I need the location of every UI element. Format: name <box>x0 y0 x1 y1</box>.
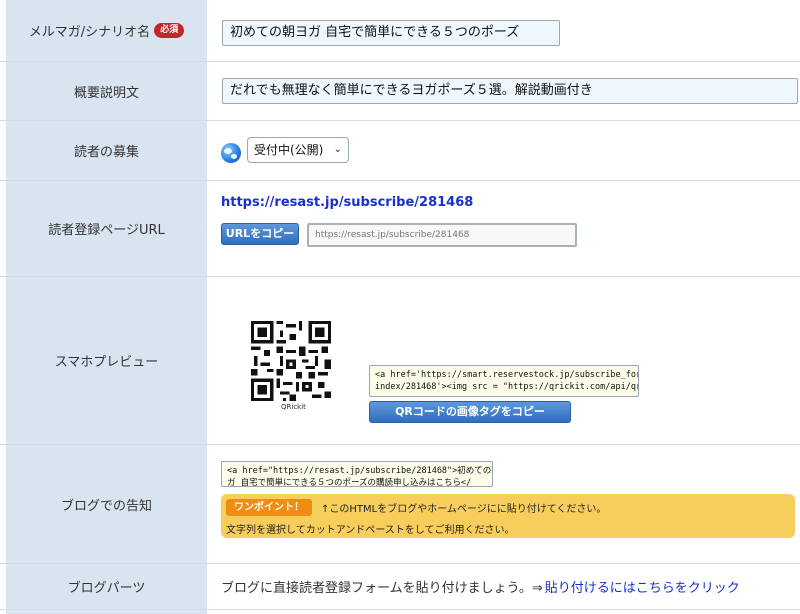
blog-html-line-1: <a href="https://resast.jp/subscribe/281… <box>227 466 493 476</box>
label-cell-blog-parts: ブログパーツ <box>6 564 207 609</box>
recruit-status-value: 受付中(公開) <box>254 143 324 157</box>
subscribe-url-link[interactable]: https://resast.jp/subscribe/281468 <box>221 195 473 210</box>
required-badge: 必須 <box>154 23 185 38</box>
title-label: メルマガ/シナリオ名 <box>28 25 151 40</box>
qr-tag-line-2: index/281468'><img src = "https://qricki… <box>375 382 639 392</box>
label-cell-blog-notice: ブログでの告知 <box>6 445 207 563</box>
row-smartphone-preview: スマホプレビュー QRickit <a href='https://smart.… <box>0 277 800 445</box>
smartphone-label: スマホプレビュー <box>54 355 159 370</box>
label-cell-register-url: 読者登録ページURL <box>6 181 207 276</box>
label-cell-title: メルマガ/シナリオ名 必須 <box>6 0 207 61</box>
row-blog-parts: ブログパーツ ブログに直接読者登録フォームを貼り付けましょう。⇒ 貼り付けるには… <box>0 564 800 610</box>
tip-text-1: ↑このHTMLをブログやホームページにに貼り付けてください。 <box>321 504 607 515</box>
tip-box: ワンポイント！ ↑このHTMLをブログやホームページにに貼り付けてください。 文… <box>221 494 795 538</box>
value-cell-title: 初めての朝ヨガ 自宅で簡単にできる５つのポーズ <box>207 0 800 61</box>
row-recruit: 読者の募集 受付中(公開) ⌄ <box>0 121 800 181</box>
copy-url-button[interactable]: URLをコピー <box>221 223 299 245</box>
row-summary: 概要説明文 だれでも無理なく簡単にできるヨガポーズ５選。解説動画付き <box>0 62 800 121</box>
chevron-down-icon: ⌄ <box>333 144 342 155</box>
label-cell-summary: 概要説明文 <box>6 62 207 120</box>
row-next-partial <box>0 610 800 614</box>
row-blog-notice: ブログでの告知 <a href="https://resast.jp/subsc… <box>0 445 800 564</box>
value-cell-register-url: https://resast.jp/subscribe/281468 URLをコ… <box>207 181 800 276</box>
blog-html-line-2: ガ 自宅で簡単にできる５つのポーズの購読申し込みはこちら</ <box>227 478 472 487</box>
blog-parts-description: ブログに直接読者登録フォームを貼り付けましょう。⇒ <box>221 581 543 596</box>
row-register-url: 読者登録ページURL https://resast.jp/subscribe/2… <box>0 181 800 277</box>
value-cell-blog-notice: <a href="https://resast.jp/subscribe/281… <box>207 445 800 563</box>
value-cell-blog-parts: ブログに直接読者登録フォームを貼り付けましょう。⇒ 貼り付けるにはこちらをクリッ… <box>207 564 800 609</box>
copy-qr-tag-button[interactable]: QRコードの画像タグをコピー <box>369 401 571 423</box>
qr-tag-line-1: <a href='https://smart.reservestock.jp/s… <box>375 370 639 380</box>
register-url-label: 読者登録ページURL <box>48 223 165 238</box>
recruit-label: 読者の募集 <box>73 145 139 160</box>
label-cell-smartphone: スマホプレビュー <box>6 277 207 444</box>
qr-tag-textarea[interactable]: <a href='https://smart.reservestock.jp/s… <box>369 365 639 397</box>
value-cell-summary: だれでも無理なく簡単にできるヨガポーズ５選。解説動画付き <box>207 62 800 120</box>
summary-label: 概要説明文 <box>73 85 139 101</box>
tip-badge: ワンポイント！ <box>226 499 312 516</box>
summary-input[interactable]: だれでも無理なく簡単にできるヨガポーズ５選。解説動画付き <box>222 78 798 104</box>
label-cell-next <box>6 610 207 614</box>
blog-parts-text: ブログに直接読者登録フォームを貼り付けましょう。⇒ 貼り付けるにはこちらをクリッ… <box>221 564 740 609</box>
value-cell-smartphone: QRickit <a href='https://smart.reservest… <box>207 277 800 444</box>
qr-caption: QRickit <box>281 403 306 411</box>
globe-icon <box>221 143 241 163</box>
tip-text-2: 文字列を選択してカットアンドペーストをしてご利用ください。 <box>226 525 515 536</box>
value-cell-recruit: 受付中(公開) ⌄ <box>207 121 800 180</box>
recruit-status-select[interactable]: 受付中(公開) ⌄ <box>247 137 349 163</box>
title-input[interactable]: 初めての朝ヨガ 自宅で簡単にできる５つのポーズ <box>222 20 560 46</box>
subscribe-url-field[interactable]: https://resast.jp/subscribe/281468 <box>307 223 577 247</box>
blog-html-textarea[interactable]: <a href="https://resast.jp/subscribe/281… <box>221 461 493 487</box>
blog-parts-link[interactable]: 貼り付けるにはこちらをクリック <box>545 577 740 596</box>
blog-notice-label: ブログでの告知 <box>60 498 152 514</box>
label-cell-recruit: 読者の募集 <box>6 121 207 180</box>
blog-parts-label: ブログパーツ <box>67 581 146 596</box>
row-title: メルマガ/シナリオ名 必須 初めての朝ヨガ 自宅で簡単にできる５つのポーズ <box>0 0 800 62</box>
qr-code-image <box>251 321 331 401</box>
